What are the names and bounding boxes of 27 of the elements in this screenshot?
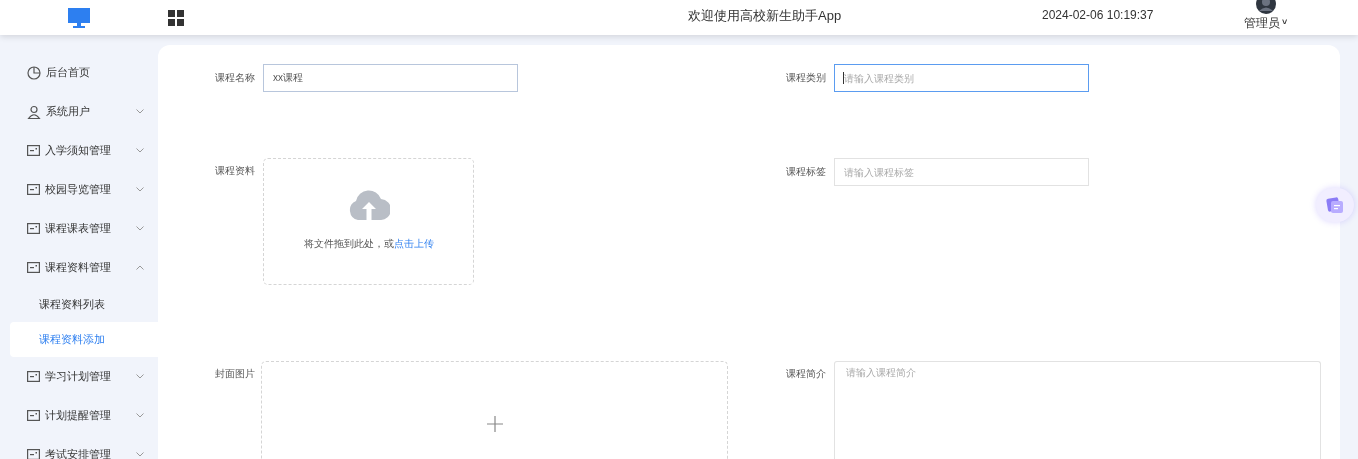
menu-item[interactable]: 后台首页 (0, 53, 158, 92)
user-name[interactable]: 管理员 (1244, 14, 1280, 32)
field-label: 课程类别 (786, 71, 827, 85)
field-label: 课程资料 (215, 164, 256, 178)
menu-item[interactable]: 计划提醒管理 (0, 396, 158, 435)
upload-link[interactable]: 点击上传 (393, 238, 434, 249)
field-label: 课程名称 (215, 71, 256, 85)
field-label: 封面图片 (215, 367, 256, 381)
menu-item[interactable]: 课程课表管理 (0, 209, 158, 248)
menu-item[interactable]: 系统用户 (0, 92, 158, 131)
menu-item[interactable]: 校园导览管理 (0, 170, 158, 209)
field-label: 课程标签 (786, 165, 827, 179)
upload-hint: 将文件拖到此处，或点击上传 (303, 237, 434, 251)
menu-item[interactable]: 学习计划管理 (0, 357, 158, 396)
menu-item[interactable]: 考试安排管理 (0, 435, 158, 459)
text-input[interactable]: xx课程 (263, 64, 518, 92)
menu-item[interactable]: 入学须知管理 (0, 131, 158, 170)
datetime: 2024-02-06 10:19:37 (1042, 7, 1154, 24)
caret-icon[interactable]: ˅ (1282, 16, 1288, 30)
submenu-item[interactable]: 课程资料添加 (10, 322, 158, 357)
upload-dropzone[interactable]: 将文件拖到此处，或点击上传 (263, 158, 474, 285)
submenu-item[interactable]: 课程资料列表 (10, 287, 158, 322)
app-title: 欢迎使用高校新生助手App (688, 7, 842, 25)
menu-item[interactable]: 课程资料管理 (0, 248, 158, 287)
field-label: 课程简介 (786, 367, 827, 381)
textarea-input[interactable]: 请输入课程简介 (834, 361, 1321, 459)
text-input[interactable]: 请输入课程类别 (834, 64, 1089, 92)
